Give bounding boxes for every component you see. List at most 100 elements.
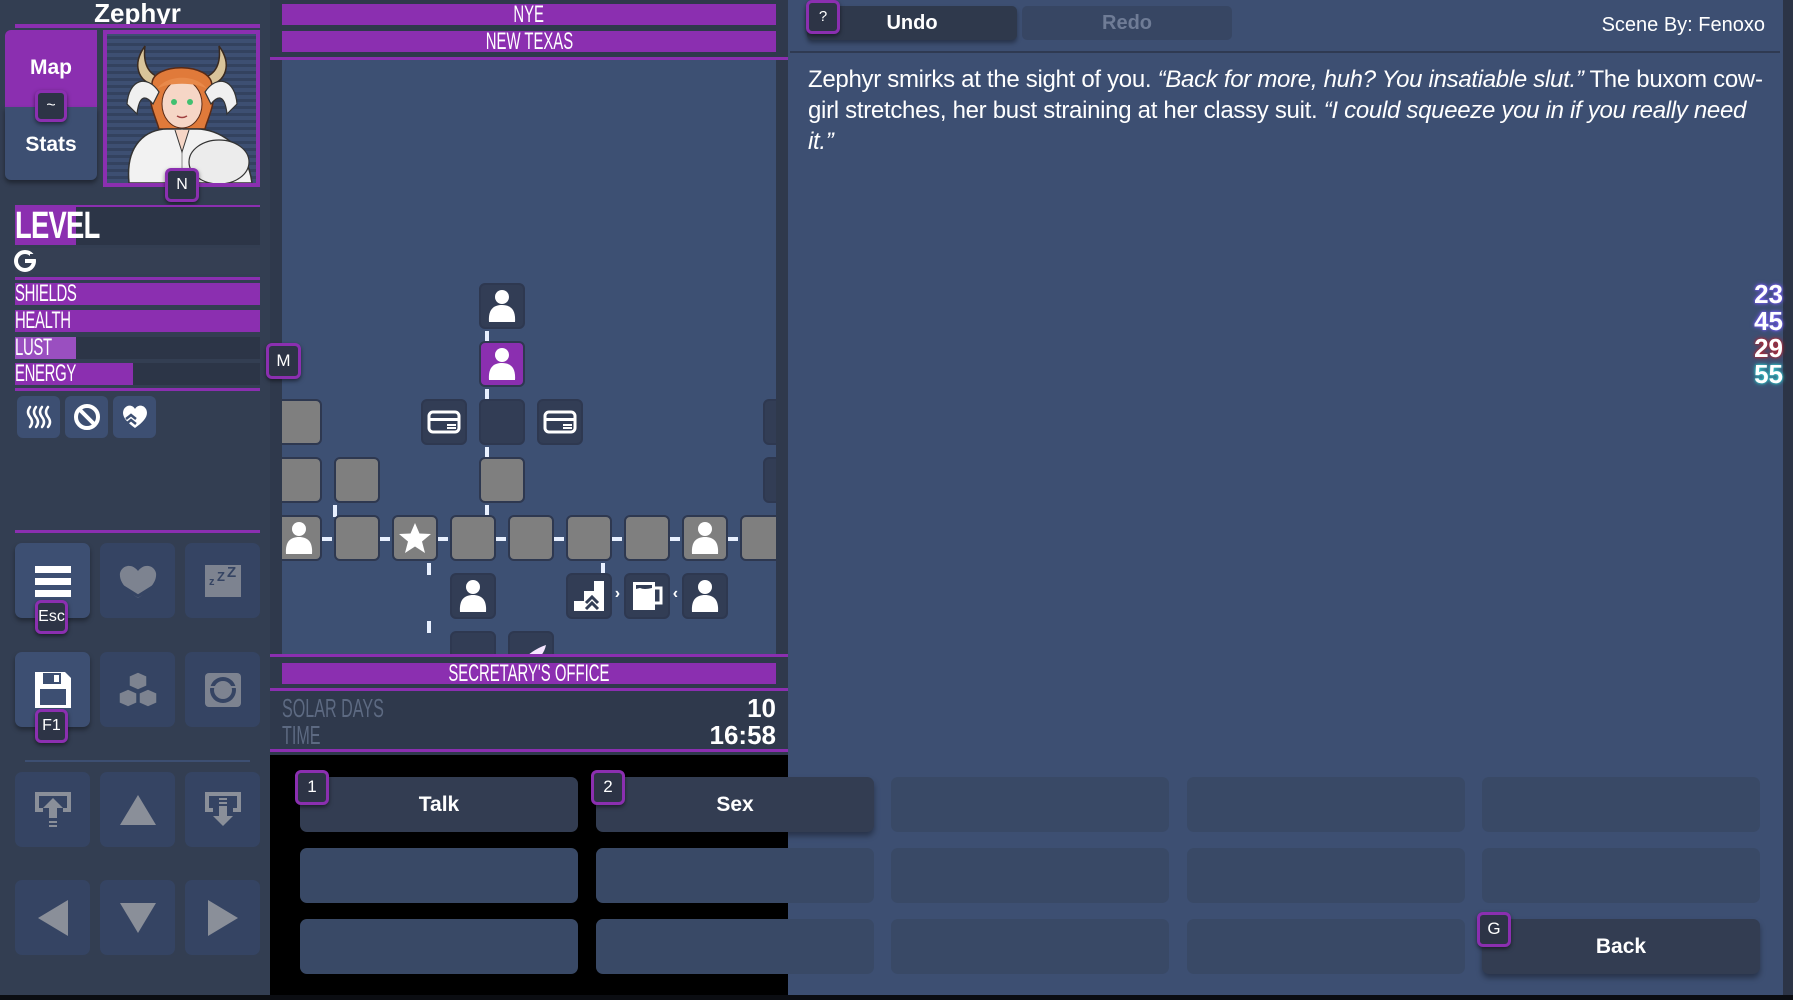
map-room-objective[interactable] [391,515,438,561]
person-icon [486,347,518,381]
north-arrow-button[interactable] [100,772,175,847]
person-icon [283,521,315,555]
level-label: LEVEL [15,205,100,247]
system-name-bar: NYE [282,1,776,28]
ship-icon [514,637,548,655]
star-icon [398,522,432,554]
map-corridor [427,621,431,633]
hotkey-m: M [266,343,301,379]
hotkey-esc: Esc [35,600,68,634]
person-icon [457,579,489,613]
option-empty-slot [596,919,874,974]
scene-text: Zephyr smirks at the sight of you. “Back… [808,64,1768,157]
map-room[interactable] [507,515,554,561]
status-effect-heat[interactable] [17,396,60,438]
shop-card-icon [543,410,577,434]
narration: Zephyr smirks at the sight of you. [808,66,1158,93]
status-effect-blocked[interactable] [65,396,108,438]
map-room[interactable] [449,631,496,655]
west-arrow-button[interactable] [15,880,90,955]
map-room[interactable] [282,457,322,503]
room-name: SECRETARY'S OFFICE [448,660,610,687]
map-room[interactable] [333,515,380,561]
map-arrow-right-icon: › [614,585,621,602]
heart-button[interactable] [100,543,175,618]
map-room[interactable] [763,399,776,445]
svg-text:Z: Z [217,569,225,584]
map-room-npc[interactable] [449,573,496,619]
heat-waves-icon [26,405,51,429]
map-room-npc[interactable] [681,515,728,561]
east-arrow-icon [206,898,240,938]
divider [270,688,788,691]
inventory-button[interactable] [100,652,175,727]
sleep-icon: zZZ [203,563,243,599]
map-room[interactable] [333,457,380,503]
hotkey-n: N [165,168,199,202]
map-room-ship[interactable] [507,631,554,655]
minimap[interactable]: › ‹ [282,60,776,655]
bar-mug-icon [630,579,664,613]
help-button[interactable]: ? [806,0,840,34]
map-room-npc[interactable] [681,573,728,619]
dialogue-quote: “Back for more, huh? You insatiable slut… [1157,66,1584,93]
divider [270,654,788,657]
map-room[interactable] [623,515,670,561]
system-name: NYE [513,1,545,28]
map-room-bar[interactable] [623,573,670,619]
option-empty-slot [300,919,578,974]
stat-value-energy: 55 [1754,359,1783,389]
map-room-npc[interactable] [478,283,525,329]
map-room-current[interactable] [478,341,525,387]
south-arrow-button[interactable] [100,880,175,955]
map-room[interactable] [478,457,525,503]
hotkey-1: 1 [295,770,329,805]
svg-text:z: z [209,576,215,588]
option-empty-slot [300,848,578,903]
map-room[interactable] [282,399,322,445]
move-up-floor-button[interactable] [15,772,90,847]
stat-label-health: HEALTH [15,307,71,334]
map-room-stairs[interactable] [565,573,612,619]
person-icon [689,579,721,613]
map-room[interactable] [739,515,776,561]
move-down-floor-icon [203,790,243,830]
east-arrow-button[interactable] [185,880,260,955]
option-sex-button[interactable]: Sex [596,777,874,832]
option-empty-slot [891,777,1169,832]
map-room[interactable] [449,515,496,561]
option-empty-slot [1187,919,1465,974]
move-down-floor-button[interactable] [185,772,260,847]
divider [25,760,250,762]
solar-days-label: SOLAR DAYS [282,693,384,723]
credits-icon [14,250,36,272]
north-arrow-icon [118,793,158,827]
option-empty-slot [1482,848,1760,903]
time-label: TIME [282,720,321,750]
scrollbar-track[interactable] [1783,0,1793,1000]
sleep-button[interactable]: zZZ [185,543,260,618]
option-empty-slot [891,919,1169,974]
svg-text:Z: Z [227,564,236,581]
camera-button[interactable] [185,652,260,727]
character-portrait[interactable] [103,30,260,187]
map-room-npc[interactable] [282,515,322,561]
divider [15,24,260,28]
option-empty-slot [596,848,874,903]
room-name-bar: SECRETARY'S OFFICE [282,660,776,687]
time-value: 16:58 [709,720,777,750]
map-room-shop[interactable] [420,399,467,445]
map-room[interactable] [565,515,612,561]
currency-row [15,248,260,274]
map-room[interactable] [763,457,776,503]
map-room[interactable] [478,399,525,445]
map-room-shop[interactable] [536,399,583,445]
option-talk-button[interactable]: Talk [300,777,578,832]
stat-label-lust: LUST [15,334,52,361]
move-up-floor-icon [33,790,73,830]
option-empty-slot [1187,848,1465,903]
map-arrow-left-icon: ‹ [672,585,679,602]
redo-button[interactable]: Redo [1022,6,1232,40]
status-effect-heart-boost[interactable] [113,396,156,438]
option-back-button[interactable]: Back [1482,919,1760,974]
